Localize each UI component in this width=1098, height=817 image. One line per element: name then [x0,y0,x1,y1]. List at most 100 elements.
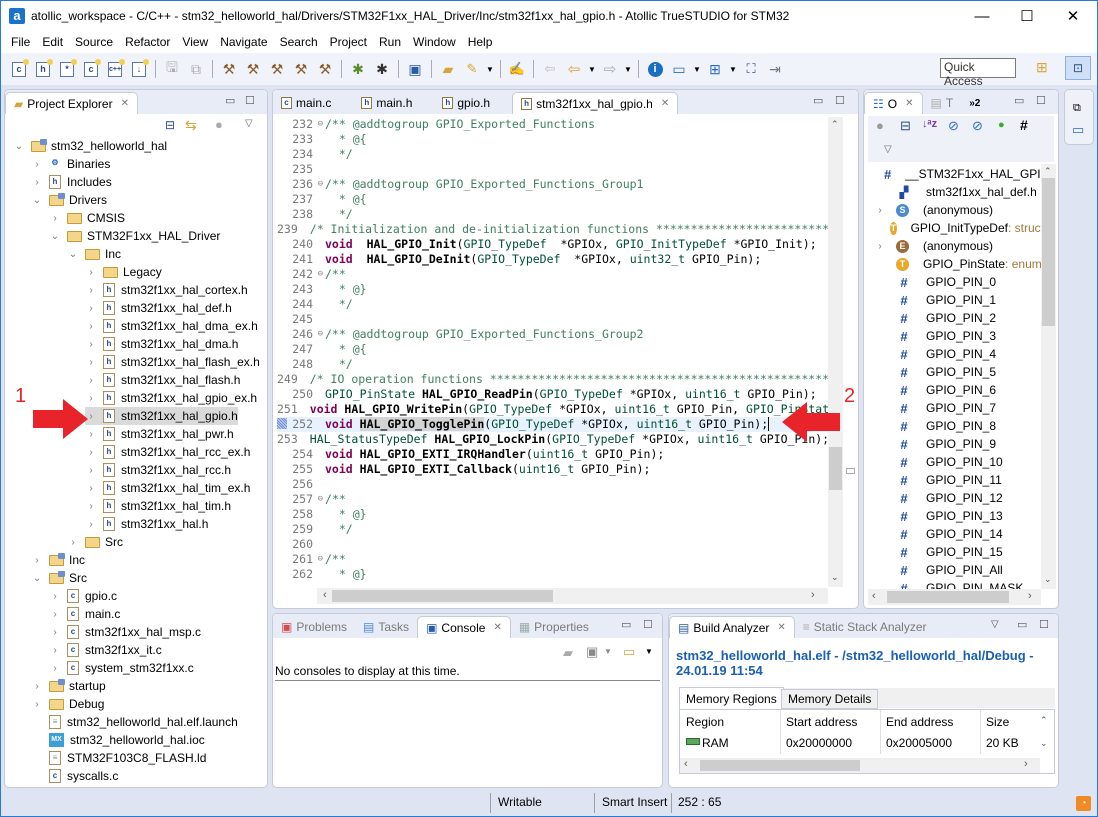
scrollbar-thumb[interactable] [332,590,553,602]
tab-memory-details[interactable]: Memory Details [781,689,879,709]
code-line[interactable]: 238 */ [277,207,829,222]
maximize-icon[interactable]: ☐ [1036,94,1046,107]
outline-item[interactable]: # GPIO_PIN_4 [874,345,1044,363]
tree-item[interactable]: › h stm32f1xx_hal_dma.h [85,335,238,353]
outline-item[interactable]: T GPIO_InitTypeDef : struct [874,219,1044,237]
menu-search[interactable]: Search [274,35,324,49]
chevron-right-icon[interactable]: › [49,609,61,620]
code-line[interactable]: 239 /* Initialization and de-initializati… [277,222,829,237]
code-line[interactable]: 252 void HAL_GPIO_TogglePin(GPIO_TypeDef … [277,417,829,432]
build-settings-icon[interactable]: ⚒ [315,59,335,79]
info-icon[interactable]: i [645,59,665,79]
layout-icon[interactable]: ⊞ [705,59,725,79]
tab-tasks[interactable]: ▤ Tasks [355,616,417,638]
chevron-right-icon[interactable]: › [31,681,43,692]
tree-item[interactable]: › c stm32f1xx_it.c [49,641,162,659]
tree-item[interactable]: ⌄ stm32_helloworld_hal [13,137,167,155]
tree-item[interactable]: › c system_stm32f1xx.c [49,659,194,677]
back-dropdown-icon[interactable]: ▼ [588,59,596,79]
hide-nonpublic-icon[interactable]: ● [998,119,1005,131]
chevron-right-icon[interactable]: › [31,555,43,566]
tab-type-hierarchy[interactable]: ▤ T [923,92,962,114]
code-line[interactable]: 241 void HAL_GPIO_DeInit(GPIO_TypeDef *GP… [277,252,829,267]
collapse-all-icon[interactable]: ⊟ [900,118,911,134]
chevron-right-icon[interactable]: › [85,375,97,386]
chevron-right-icon[interactable]: › [67,537,79,548]
column-header-size[interactable]: Size [986,715,1009,729]
code-line[interactable]: 261 ⊖/** [277,552,829,567]
display-console-dropdown-icon[interactable]: ▼ [604,647,612,656]
sort-icon[interactable]: ↓ᵃz [922,118,937,130]
code-line[interactable]: 243 * @} [277,282,829,297]
quick-access-input[interactable]: Quick Access [940,58,1016,88]
close-icon[interactable]: ✕ [661,98,669,109]
code-line[interactable]: 235 [277,162,829,177]
close-icon[interactable]: ✕ [493,622,501,633]
outline-item[interactable]: T GPIO_PinState : enum [874,255,1044,273]
outline-item[interactable]: # GPIO_PIN_2 [874,309,1044,327]
code-line[interactable]: 236 ⊖/** @addtogroup GPIO_Exported_Functi… [277,177,829,192]
tree-item[interactable]: › Debug [31,695,104,713]
tree-item[interactable]: › h stm32f1xx_hal_gpio.h [85,407,238,425]
chevron-right-icon[interactable]: › [85,303,97,314]
tree-item[interactable]: › CMSIS [49,209,125,227]
scrollbar-thumb[interactable] [829,447,842,490]
code-line[interactable]: 255 void HAL_GPIO_EXTI_Callback(uint16_t … [277,462,829,477]
link-editor-icon[interactable]: ⇆ [185,117,197,134]
chevron-right-icon[interactable]: › [85,267,97,278]
tree-item[interactable]: › h stm32f1xx_hal_tim.h [85,497,231,515]
filter-icon[interactable]: ● [215,117,223,132]
tab-problems[interactable]: ▣ Problems [273,616,355,638]
code-line[interactable]: 257 ⊖/** [277,492,829,507]
editor-tab[interactable]: c main.c [273,92,339,114]
menu-edit[interactable]: Edit [36,35,69,49]
outline-item[interactable]: # GPIO_PIN_1 [874,291,1044,309]
external-tools-icon[interactable]: ✎ [462,59,482,79]
hide-fields-icon[interactable]: ⊘ [948,118,959,134]
code-line[interactable]: 232 ⊖/** @addtogroup GPIO_Exported_Functi… [277,117,829,132]
tree-item[interactable]: › h Includes [31,173,112,191]
code-line[interactable]: 246 ⊖/** @addtogroup GPIO_Exported_Functi… [277,327,829,342]
editor-vscrollbar[interactable]: ⌃ ⌄ [828,117,843,587]
code-line[interactable]: 250 GPIO_PinState HAL_GPIO_ReadPin(GPIO_T… [277,387,829,402]
forward-dropdown-icon[interactable]: ▼ [624,59,632,79]
chevron-right-icon[interactable]: › [874,205,886,216]
outline-item[interactable]: # GPIO_PIN_14 [874,525,1044,543]
tree-item[interactable]: › h stm32f1xx_hal.h [85,515,208,533]
chevron-right-icon[interactable]: › [874,241,886,252]
back-icon[interactable]: ⇦ [564,59,584,79]
scrollbar-thumb[interactable] [887,591,1009,603]
open-perspective-icon[interactable]: ⊞ [1036,59,1048,76]
chevron-down-icon[interactable]: ⌄ [67,249,79,260]
group-icon[interactable]: ● [876,118,884,133]
display-console-icon[interactable]: ▣ [586,644,598,660]
tree-item[interactable]: ⌄ STM32F1xx_HAL_Driver [49,227,221,245]
table-row[interactable]: RAM 0x20000000 0x20005000 20 KB [680,736,1040,754]
tree-item[interactable]: › h stm32f1xx_hal_rcc.h [85,461,231,479]
code-line[interactable]: 244 */ [277,297,829,312]
tree-item[interactable]: › h stm32f1xx_hal_cortex.h [85,281,248,299]
chevron-right-icon[interactable]: › [49,213,61,224]
column-header-end[interactable]: End address [886,715,953,729]
hide-macros-icon[interactable]: # [1020,117,1028,133]
tree-item[interactable]: › c gpio.c [49,587,117,605]
menu-file[interactable]: File [5,35,36,49]
maximize-icon[interactable]: ☐ [643,618,653,631]
chevron-down-icon[interactable]: ⌄ [31,195,43,206]
tree-item[interactable]: › h stm32f1xx_hal_pwr.h [85,425,234,443]
close-icon[interactable]: ✕ [777,622,785,633]
tree-item[interactable]: › c main.c [49,605,120,623]
tree-item[interactable]: › h stm32f1xx_hal_tim_ex.h [85,479,250,497]
editor-tab[interactable]: h stm32f1xx_hal_gpio.h ✕ [512,92,679,114]
chevron-right-icon[interactable]: › [31,699,43,710]
tree-item[interactable]: › Src [67,533,123,551]
window-icon[interactable]: ▭ [669,59,689,79]
tree-item[interactable]: c syscalls.c [31,767,118,785]
scrollbar-thumb[interactable] [1042,178,1055,326]
menu-window[interactable]: Window [407,35,462,49]
maximize-button[interactable]: ☐ [1004,1,1050,31]
terminal-icon[interactable]: ▣ [405,59,425,79]
more-tabs-button[interactable]: »2 [961,92,988,114]
minimize-icon[interactable]: ▭ [621,618,631,631]
tree-item[interactable]: › c stm32f1xx_hal_msp.c [49,623,201,641]
